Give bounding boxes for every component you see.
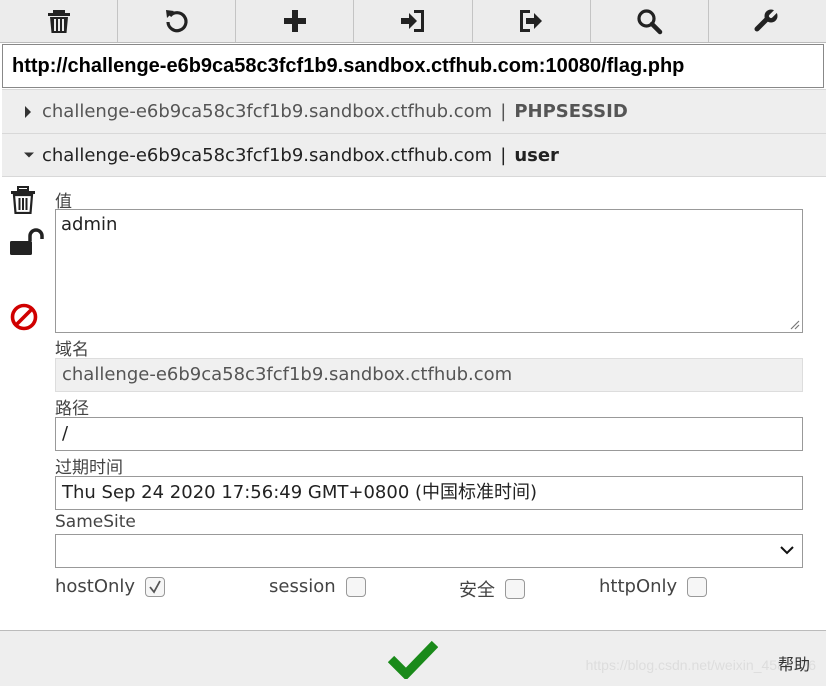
samesite-label: SameSite [55,512,136,532]
secure-option: 安全 [459,576,525,602]
httponly-checkbox[interactable] [687,576,708,597]
unlock-icon [10,228,44,255]
cookie-name: PHPSESSID [514,101,628,122]
check-icon [149,580,161,594]
session-checkbox[interactable] [345,576,366,597]
path-label: 路径 [55,399,89,419]
cookie-name: user [514,144,559,166]
help-link[interactable]: 帮助 [778,651,810,675]
secure-checkbox[interactable] [505,579,525,599]
delete-all-button[interactable] [0,0,119,42]
cookie-separator: | [500,101,507,122]
hostonly-label: hostOnly [55,576,136,597]
chevron-right-icon [24,105,34,118]
hostonly-option: hostOnly [55,576,166,597]
plus-icon [283,10,306,32]
expires-field[interactable]: Thu Sep 24 2020 17:56:49 GMT+0800 (中国标准时… [55,476,803,510]
import-icon [400,10,424,32]
httponly-label: httpOnly [599,576,678,597]
export-icon [520,10,543,32]
wrench-icon [754,8,780,32]
expires-label: 过期时间 [55,458,123,478]
hostonly-checkbox[interactable] [145,576,166,597]
add-cookie-button[interactable] [236,0,355,42]
url-field[interactable]: http://challenge-e6b9ca58c3fcf1b9.sandbo… [2,44,824,88]
domain-label: 域名 [55,340,89,360]
block-icon [10,303,38,331]
path-field[interactable]: / [55,417,803,451]
settings-button[interactable] [709,0,826,42]
import-button[interactable] [354,0,473,42]
httponly-option: httpOnly [599,576,708,597]
cookie-row-phpsessid[interactable]: challenge-e6b9ca58c3fcf1b9.sandbox.ctfhu… [2,89,826,133]
domain-field: challenge-e6b9ca58c3fcf1b9.sandbox.ctfhu… [55,358,803,392]
value-textarea[interactable]: admin [55,209,803,333]
refresh-icon [165,10,188,33]
cookie-row-user[interactable]: challenge-e6b9ca58c3fcf1b9.sandbox.ctfhu… [2,133,826,177]
export-button[interactable] [473,0,591,42]
footer: https://blog.csdn.net/weixin_4586126 帮助 [0,630,826,686]
cookie-separator: | [500,144,507,166]
secure-label: 安全 [459,580,495,601]
block-cookie-button[interactable] [10,303,38,335]
resize-grip-icon[interactable] [788,318,800,330]
trash-icon [47,10,70,33]
samesite-select[interactable] [55,534,803,568]
protect-cookie-button[interactable] [10,228,44,260]
trash-icon [11,186,35,215]
session-option: session [269,576,366,597]
toolbar [0,0,826,43]
save-button[interactable] [387,639,439,683]
cookie-domain: challenge-e6b9ca58c3fcf1b9.sandbox.ctfhu… [42,101,493,122]
value-text: admin [61,214,118,235]
session-label: session [269,576,336,597]
search-button[interactable] [591,0,709,42]
refresh-button[interactable] [118,0,237,42]
chevron-down-icon [780,546,794,555]
search-icon [637,9,663,35]
cookie-domain: challenge-e6b9ca58c3fcf1b9.sandbox.ctfhu… [42,144,493,166]
chevron-down-icon [24,151,34,159]
checkmark-icon [387,640,439,681]
delete-cookie-button[interactable] [10,186,36,218]
